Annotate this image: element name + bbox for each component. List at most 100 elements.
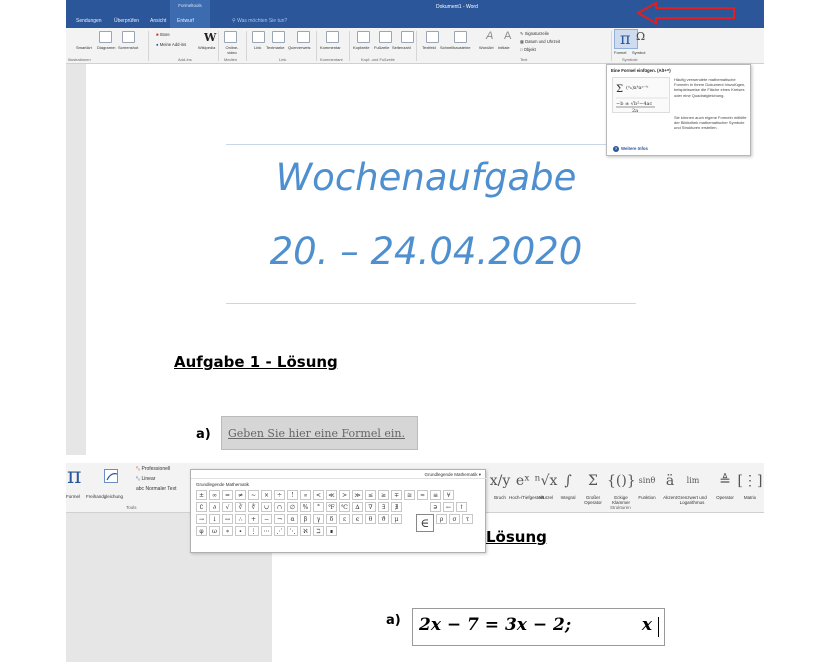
symbol-cell[interactable]: β xyxy=(300,514,311,524)
symbol-set-dropdown[interactable]: Grundlegende Mathematik ▾ xyxy=(424,472,481,478)
bookmark-button[interactable]: Textmarke xyxy=(266,45,284,50)
formula-button[interactable]: Formel xyxy=(66,494,80,499)
symbol-cell[interactable]: ∇ xyxy=(365,502,376,512)
symbol-cell[interactable]: ℃ xyxy=(339,502,350,512)
ink-formula-button[interactable]: Freihandgleichung xyxy=(86,494,123,499)
symbols-gallery[interactable]: Grundlegende Mathematik ▾ Grundlegende M… xyxy=(190,469,487,553)
symbol-cell[interactable]: ℵ xyxy=(300,526,311,536)
symbol-cell[interactable]: ± xyxy=(196,490,207,500)
comment-button[interactable]: Kommentar xyxy=(320,45,341,50)
context-tab-formeltools[interactable]: Formeltools Entwurf xyxy=(170,0,210,28)
symbol-cell[interactable]: ≈ xyxy=(417,490,428,500)
footer-button[interactable]: Fußzeile xyxy=(374,45,389,50)
symbol-cell[interactable]: ∓ xyxy=(391,490,402,500)
symbol-cell[interactable]: < xyxy=(313,490,324,500)
tab-ansicht[interactable]: Ansicht xyxy=(150,18,166,24)
symbol-cell-hovered[interactable]: ∈ xyxy=(416,514,434,532)
symbol-cell[interactable]: σ xyxy=(449,514,460,524)
symbol-cell[interactable]: ↑ xyxy=(456,502,467,512)
symbol-cell[interactable]: ~ xyxy=(248,490,259,500)
symbol-cell[interactable]: ∝ xyxy=(300,490,311,500)
tab-sendungen[interactable]: Sendungen xyxy=(76,18,102,24)
structure-integral[interactable]: ∫ Integral xyxy=(554,471,582,500)
wordart-button[interactable]: WordArt xyxy=(479,45,494,50)
symbol-cell[interactable]: ∄ xyxy=(391,502,402,512)
quickparts-button[interactable]: Schnellbausteine xyxy=(440,45,470,50)
page-number-button[interactable]: Seitenzahl xyxy=(392,45,411,50)
symbol-cell[interactable]: ∂ xyxy=(209,502,220,512)
more-info-link[interactable]: ? Weitere Infos xyxy=(613,146,648,152)
symbol-cell[interactable]: ¬ xyxy=(274,514,285,524)
symbol-cell[interactable]: ∜ xyxy=(248,502,259,512)
symbol-cell[interactable]: − xyxy=(261,514,272,524)
structure-large-operator[interactable]: Σ Großer Operator xyxy=(579,471,607,505)
symbol-cell[interactable]: θ xyxy=(365,514,376,524)
symbol-cell[interactable]: ⋮ xyxy=(248,526,259,536)
structure-matrix[interactable]: [⋮] Matrix xyxy=(736,471,764,500)
symbol-cell[interactable]: ∁ xyxy=(196,502,207,512)
symbol-cell[interactable]: ÷ xyxy=(274,490,285,500)
symbol-cell[interactable]: ↓ xyxy=(209,514,220,524)
tab-entwurf[interactable]: Entwurf xyxy=(177,18,194,24)
structure-bracket[interactable]: {()} Eckige Klammer xyxy=(607,471,636,505)
symbol-cell[interactable]: δ xyxy=(326,514,337,524)
symbol-cell[interactable]: ∛ xyxy=(235,502,246,512)
symbol-cell[interactable]: ↔ xyxy=(222,514,233,524)
dropcap-button[interactable]: Initiale xyxy=(498,45,510,50)
symbol-cell[interactable]: ℉ xyxy=(326,502,337,512)
symbol-cell[interactable]: % xyxy=(300,502,311,512)
online-video-button[interactable]: Online-video xyxy=(222,45,242,55)
option-professional[interactable]: ⁰₀ Professionell xyxy=(136,466,170,472)
symbol-cell[interactable]: ≥ xyxy=(378,490,389,500)
symbol-cell[interactable]: γ xyxy=(313,514,324,524)
symbol-cell[interactable]: ρ xyxy=(436,514,447,524)
symbol-cell[interactable]: ⋱ xyxy=(287,526,298,536)
smartart-button[interactable]: SmartArt xyxy=(76,45,92,50)
chart-button[interactable]: Diagramm xyxy=(97,45,115,50)
formula-placeholder[interactable]: Geben Sie hier eine Formel ein. xyxy=(221,416,418,450)
symbol-cell[interactable]: ∪ xyxy=(261,502,272,512)
symbol-cell[interactable]: ∙ xyxy=(235,526,246,536)
structure-operator[interactable]: ≜ Operator xyxy=(711,471,739,500)
symbol-cell[interactable]: ℶ xyxy=(313,526,324,536)
symbol-cell[interactable]: ∴ xyxy=(235,514,246,524)
symbol-cell[interactable]: ∞ xyxy=(209,490,220,500)
symbol-cell[interactable]: ° xyxy=(313,502,324,512)
header-button[interactable]: Kopfzeile xyxy=(353,45,369,50)
symbol-cell[interactable]: ≫ xyxy=(352,490,363,500)
date-time-button[interactable]: ▦ Datum und Uhrzeit xyxy=(520,39,560,44)
symbol-cell[interactable]: ω xyxy=(209,526,220,536)
symbol-cell[interactable]: ∋ xyxy=(430,502,441,512)
symbol-cell[interactable]: ≤ xyxy=(365,490,376,500)
symbol-cell[interactable]: ∃ xyxy=(378,502,389,512)
object-button[interactable]: □ Objekt xyxy=(520,47,536,52)
formula-button[interactable]: π xyxy=(614,29,638,49)
symbol-cell[interactable]: ⋯ xyxy=(261,526,272,536)
symbol-cell[interactable]: ϑ xyxy=(378,514,389,524)
tell-me-search[interactable]: ⚲ Was möchten Sie tun? xyxy=(232,18,287,24)
symbol-cell[interactable]: ϵ xyxy=(352,514,363,524)
store-button[interactable]: ■ Store xyxy=(156,32,170,37)
symbol-cell[interactable]: ≪ xyxy=(326,490,337,500)
symbol-cell[interactable]: ! xyxy=(287,490,298,500)
symbol-cell[interactable]: ≡ xyxy=(430,490,441,500)
symbol-cell[interactable]: + xyxy=(248,514,259,524)
symbol-cell[interactable]: ∀ xyxy=(443,490,454,500)
option-linear[interactable]: ⁰₀ Linear xyxy=(136,476,155,482)
screenshot-button[interactable]: Screenshot xyxy=(118,45,138,50)
symbol-cell[interactable]: ≅ xyxy=(404,490,415,500)
symbol-cell[interactable]: ← xyxy=(443,502,454,512)
textbox-button[interactable]: Textfeld xyxy=(422,45,436,50)
symbol-cell[interactable]: ∩ xyxy=(274,502,285,512)
symbol-cell[interactable]: ∆ xyxy=(352,502,363,512)
symbol-cell[interactable]: ∎ xyxy=(326,526,337,536)
symbol-cell[interactable]: ∗ xyxy=(222,526,233,536)
symbol-cell[interactable]: √ xyxy=(222,502,233,512)
link-button[interactable]: Link xyxy=(254,45,261,50)
symbol-cell[interactable]: = xyxy=(222,490,233,500)
symbol-cell[interactable]: ∅ xyxy=(287,502,298,512)
symbol-cell[interactable]: τ xyxy=(462,514,473,524)
crossref-button[interactable]: Querverweis xyxy=(288,45,310,50)
symbol-cell[interactable]: × xyxy=(261,490,272,500)
equation-editor[interactable]: 2x − 7 = 3x − 2; x xyxy=(412,608,665,646)
